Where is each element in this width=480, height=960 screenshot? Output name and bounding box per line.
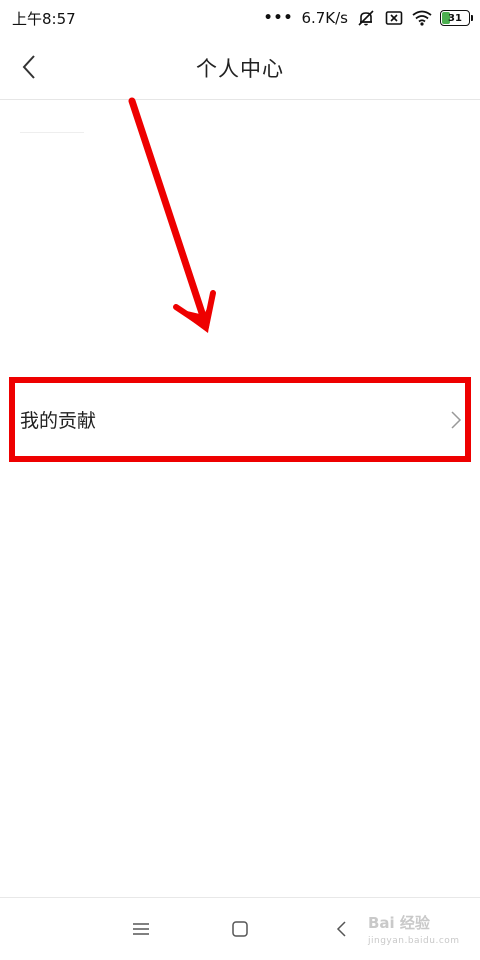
battery-icon: 31 (440, 10, 473, 26)
home-button[interactable] (225, 916, 255, 942)
chevron-right-icon (451, 410, 462, 429)
back-button[interactable] (12, 50, 46, 84)
screen: 上午8:57 ••• 6.7K/s 31 个人中心 我的贡献 Bai 经验 ji… (0, 0, 480, 960)
navigation-bar (0, 897, 480, 960)
menu-icon (133, 923, 149, 935)
divider (20, 132, 84, 133)
menu-button[interactable] (126, 916, 156, 942)
status-icons: ••• 6.7K/s 31 (263, 9, 473, 27)
annotation-arrow (128, 97, 216, 333)
nav-back-button[interactable] (326, 916, 356, 942)
home-square-icon (232, 921, 248, 937)
network-speed: 6.7K/s (301, 9, 348, 27)
back-chevron-icon (336, 921, 346, 937)
status-bar: 上午8:57 ••• 6.7K/s 31 (0, 0, 480, 36)
battery-level: 31 (448, 12, 462, 24)
header: 个人中心 (0, 36, 480, 100)
chevron-left-icon (22, 55, 35, 79)
list-item-label: 我的贡献 (20, 410, 97, 432)
mute-bell-icon (356, 9, 376, 27)
page-title: 个人中心 (196, 56, 284, 81)
status-dots: ••• (263, 10, 294, 26)
list-item-my-contribution[interactable]: 我的贡献 (12, 379, 470, 460)
wifi-icon (412, 9, 432, 27)
status-time: 上午8:57 (12, 9, 76, 28)
sim-x-icon (384, 9, 404, 27)
